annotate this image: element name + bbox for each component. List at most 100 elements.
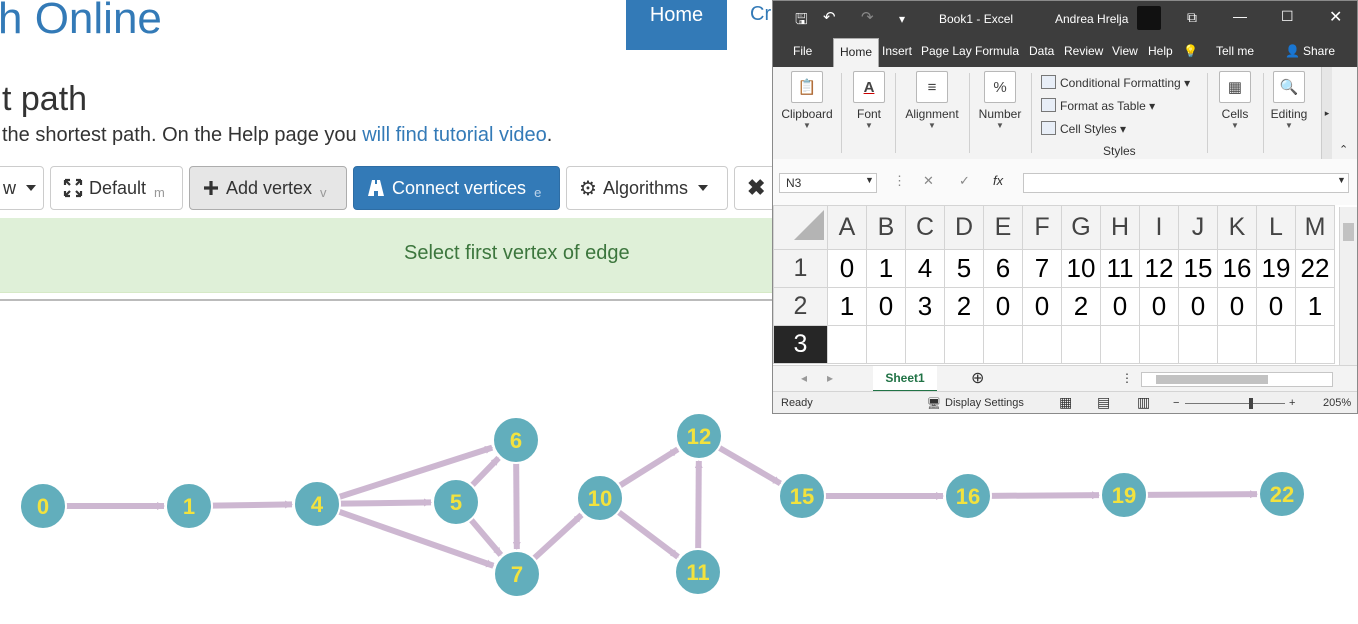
column-header[interactable]: F [1022, 205, 1062, 250]
vertex-12[interactable]: 12 [675, 412, 723, 460]
clipboard-group[interactable]: 📋 Clipboard ▼ [779, 67, 835, 159]
insert-function-icon[interactable]: fx [993, 173, 1003, 193]
edge-10-12[interactable] [617, 446, 680, 489]
tab-formulas[interactable]: Formula [975, 44, 1019, 58]
tab-help[interactable]: Help [1148, 44, 1173, 58]
tab-data[interactable]: Data [1029, 44, 1054, 58]
edge-5-6[interactable] [469, 455, 501, 488]
share-icon[interactable]: 👤 [1285, 44, 1300, 58]
cell[interactable] [1061, 325, 1101, 364]
column-header[interactable]: M [1295, 205, 1335, 250]
cell[interactable]: 0 [827, 249, 867, 288]
vertical-scrollbar[interactable] [1339, 207, 1357, 365]
cell[interactable] [1178, 325, 1218, 364]
edge-19-22[interactable] [1146, 490, 1259, 499]
conditional-formatting-button[interactable]: Conditional Formatting ▾ [1041, 75, 1190, 90]
zoom-out-icon[interactable]: − [1173, 397, 1179, 409]
formula-input[interactable] [1023, 173, 1349, 193]
vertex-6[interactable]: 6 [492, 416, 540, 464]
zoom-slider-thumb[interactable] [1249, 398, 1253, 409]
add-sheet-icon[interactable]: ⊕ [971, 368, 984, 388]
cell[interactable] [1295, 325, 1335, 364]
column-header[interactable]: H [1100, 205, 1140, 250]
column-header[interactable]: G [1061, 205, 1101, 250]
vertex-5[interactable]: 5 [432, 478, 480, 526]
cell[interactable]: 5 [944, 249, 984, 288]
tab-review[interactable]: Review [1064, 44, 1103, 58]
avatar[interactable] [1137, 6, 1161, 30]
select-all-corner[interactable] [773, 205, 828, 250]
cell[interactable]: 6 [983, 249, 1023, 288]
vertex-0[interactable]: 0 [19, 482, 67, 530]
page-break-view-icon[interactable]: ▥ [1137, 394, 1150, 411]
column-header[interactable]: E [983, 205, 1023, 250]
vertex-11[interactable]: 11 [674, 548, 722, 596]
share-button[interactable]: Share [1303, 44, 1335, 58]
zoom-slider[interactable] [1185, 403, 1285, 404]
zoom-in-icon[interactable]: + [1289, 397, 1295, 409]
font-group[interactable]: A Font ▼ [849, 67, 889, 159]
cell[interactable]: 0 [1178, 287, 1218, 326]
cell[interactable] [905, 325, 945, 364]
cell[interactable]: 2 [1061, 287, 1101, 326]
nav-home-link[interactable]: Home [626, 0, 727, 50]
tab-page-layout[interactable]: Page Lay [921, 44, 972, 58]
cell[interactable]: 7 [1022, 249, 1062, 288]
cell[interactable]: 10 [1061, 249, 1101, 288]
cell[interactable]: 22 [1295, 249, 1335, 288]
cell[interactable]: 15 [1178, 249, 1218, 288]
customize-qat-icon[interactable]: ▾ [899, 12, 905, 26]
cell[interactable] [944, 325, 984, 364]
cell[interactable] [1217, 325, 1257, 364]
algorithms-dropdown-button[interactable]: ⚙ Algorithms [566, 166, 728, 210]
spreadsheet-grid[interactable]: A B C D E F G H I J K L M 1 0 1 4 5 6 7 10 11 12 15 16 19 22 2 1 0 3 2 0… [773, 205, 1335, 364]
cell[interactable] [1100, 325, 1140, 364]
editing-group[interactable]: 🔍 Editing ▼ [1267, 67, 1311, 159]
cell[interactable] [1139, 325, 1179, 364]
column-header[interactable]: C [905, 205, 945, 250]
tab-home[interactable]: Home [833, 38, 880, 67]
minimize-icon[interactable]: — [1233, 8, 1247, 24]
cell[interactable]: 3 [905, 287, 945, 326]
tab-insert[interactable]: Insert [882, 44, 912, 58]
display-settings-button[interactable]: Display Settings [945, 397, 1024, 409]
cell[interactable]: 0 [1217, 287, 1257, 326]
cell[interactable]: 0 [1139, 287, 1179, 326]
vertex-1[interactable]: 1 [165, 482, 213, 530]
column-header[interactable]: I [1139, 205, 1179, 250]
edge-4-5[interactable] [339, 498, 433, 507]
edge-1-4[interactable] [211, 500, 294, 509]
excel-window[interactable]: 🖫 ↶ ↷ ▾ Book1 - Excel Andrea Hrelja ⧉ — … [772, 0, 1358, 414]
nav-create-link[interactable]: Cr [750, 3, 771, 26]
normal-view-icon[interactable]: ▦ [1059, 394, 1072, 411]
edge-6-7[interactable] [512, 462, 521, 551]
column-header[interactable]: A [827, 205, 867, 250]
cell[interactable]: 1 [827, 287, 867, 326]
vertex-19[interactable]: 19 [1100, 471, 1148, 519]
vertex-7[interactable]: 7 [493, 550, 541, 598]
cell[interactable]: 0 [866, 287, 906, 326]
scroll-right-icon[interactable]: ▸ [827, 371, 833, 385]
vertex-4[interactable]: 4 [293, 480, 341, 528]
scroll-left-icon[interactable]: ◂ [801, 371, 807, 385]
scroll-thumb[interactable] [1343, 223, 1354, 241]
edge-16-19[interactable] [990, 491, 1101, 500]
vertex-10[interactable]: 10 [576, 474, 624, 522]
view-dropdown-button[interactable]: w [0, 166, 44, 210]
vertex-22[interactable]: 22 [1258, 470, 1306, 518]
alignment-group[interactable]: ≡ Alignment ▼ [901, 67, 963, 159]
tell-me-search[interactable]: Tell me [1216, 44, 1254, 58]
default-button[interactable]: Default m [50, 166, 183, 210]
cell[interactable]: 1 [866, 249, 906, 288]
sheet-tab-sheet1[interactable]: Sheet1 [873, 366, 937, 392]
cells-group[interactable]: ▦ Cells ▼ [1213, 67, 1257, 159]
scroll-thumb[interactable] [1156, 375, 1268, 384]
save-icon[interactable]: 🖫 [795, 9, 808, 34]
cell[interactable]: 11 [1100, 249, 1140, 288]
edge-7-10[interactable] [531, 512, 584, 561]
connect-vertices-button[interactable]: Connect vertices e [353, 166, 560, 210]
edge-12-15[interactable] [717, 444, 782, 487]
cell-styles-button[interactable]: Cell Styles ▾ [1041, 121, 1126, 136]
ribbon-display-icon[interactable]: ⧉ [1187, 9, 1197, 26]
ribbon-scroll-right-icon[interactable]: ▸ [1321, 67, 1332, 159]
